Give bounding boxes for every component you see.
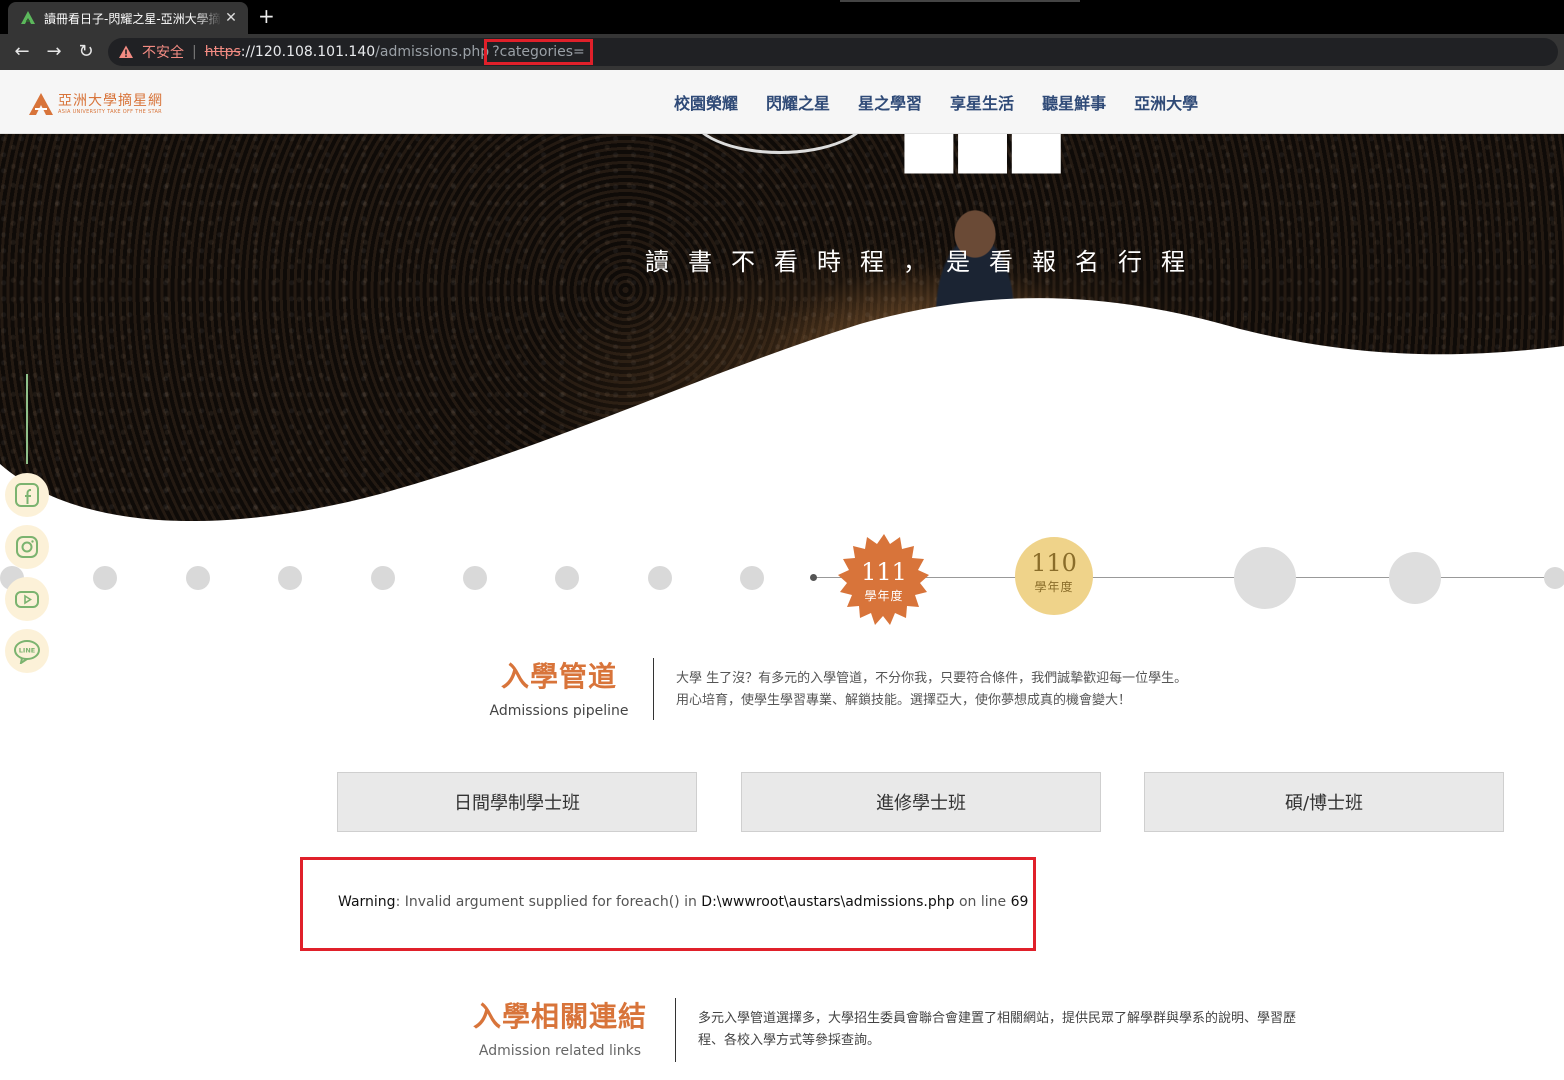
section-divider bbox=[675, 998, 676, 1062]
url-query-highlighted: ?categories= bbox=[484, 39, 593, 65]
admissions-desc-line: 大學 生了沒？有多元的入學管道，不分你我，只要符合條件，我們誠摯歡迎每一位學生。 bbox=[676, 671, 1188, 686]
year-badge-label: 學年度 bbox=[1034, 580, 1074, 594]
facebook-icon bbox=[15, 483, 39, 507]
timeline-dot[interactable] bbox=[648, 566, 672, 590]
svg-text:LINE: LINE bbox=[19, 647, 35, 655]
timeline-line bbox=[1090, 577, 1564, 578]
side-decor-line bbox=[26, 374, 28, 464]
forward-button[interactable]: → bbox=[43, 41, 65, 63]
logo-text-en: ASIA UNIVERSITY TAKE OFF THE STAR bbox=[58, 108, 162, 115]
facebook-button[interactable] bbox=[5, 473, 49, 517]
year-timeline: 111 學年度 110 學年度 bbox=[0, 534, 1564, 640]
site-logo[interactable]: 亞洲大學摘星網 ASIA UNIVERSITY TAKE OFF THE STA… bbox=[28, 92, 163, 116]
browser-tabbar: 讀冊看日子-閃耀之星-亞洲大學摘星網 ✕ + bbox=[0, 0, 1564, 34]
star-logo-icon bbox=[29, 93, 53, 115]
nav-item-star-learning[interactable]: 星之學習 bbox=[858, 90, 922, 114]
php-warning-highlight: Warning: Invalid argument supplied for f… bbox=[300, 857, 1036, 951]
php-warning-message: Warning: Invalid argument supplied for f… bbox=[338, 894, 1028, 910]
admissions-title-cn: 入學管道 bbox=[500, 660, 617, 693]
links-description: 多元入學管道選擇多，大學招生委員會聯合會建置了相關網站，提供民眾了解學群與學系的… bbox=[698, 1008, 1378, 1052]
admissions-description: 大學 生了沒？有多元的入學管道，不分你我，只要符合條件，我們誠摯歡迎每一位學生。… bbox=[676, 668, 1296, 712]
line-button[interactable]: LINE bbox=[5, 629, 49, 673]
hero-wave-shape bbox=[0, 298, 1564, 524]
section-divider bbox=[653, 658, 654, 720]
warning-label: Warning bbox=[338, 894, 396, 910]
address-bar[interactable]: 不安全 | https ://120.108.101.140 /admissio… bbox=[108, 38, 1558, 66]
timeline-dot-large[interactable] bbox=[1389, 552, 1441, 604]
nav-item-shining-stars[interactable]: 閃耀之星 bbox=[766, 90, 830, 114]
admissions-title-en: Admissions pipeline bbox=[489, 703, 629, 719]
timeline-dot[interactable] bbox=[93, 566, 117, 590]
back-button[interactable]: ← bbox=[11, 41, 33, 63]
nav-item-asia-university[interactable]: 亞洲大學 bbox=[1134, 90, 1198, 114]
url-host: ://120.108.101.140 bbox=[240, 44, 376, 60]
links-desc-line: 多元入學管道選擇多，大學招生委員會聯合會建置了相關網站，提供民眾了解學群與學系的… bbox=[698, 1011, 1297, 1026]
timeline-dot[interactable] bbox=[186, 566, 210, 590]
new-tab-button[interactable]: + bbox=[258, 5, 275, 27]
not-secure-label[interactable]: 不安全 bbox=[142, 42, 184, 62]
links-title-cn: 入學相關連結 bbox=[472, 1000, 647, 1033]
year-badge-number: 110 bbox=[1031, 549, 1077, 577]
timeline-dot[interactable] bbox=[371, 566, 395, 590]
tab-graduate[interactable]: 碩/博士班 bbox=[1144, 772, 1504, 832]
admissions-heading: 入學管道 Admissions pipeline bbox=[470, 660, 648, 720]
tab-close-icon[interactable]: ✕ bbox=[222, 10, 240, 26]
instagram-icon bbox=[16, 536, 38, 558]
url-scheme: https bbox=[204, 44, 241, 60]
warning-triangle-icon[interactable] bbox=[118, 44, 134, 60]
omnibox-separator: | bbox=[192, 44, 197, 60]
browser-toolbar: ← → ↻ 不安全 | https ://120.108.101.140 /ad… bbox=[0, 34, 1564, 70]
youtube-button[interactable] bbox=[5, 577, 49, 621]
hero-banner: ▇▇▇ 讀書不看時程，是看報名行程 bbox=[0, 134, 1564, 524]
year-badge-111[interactable]: 111 學年度 bbox=[836, 532, 932, 628]
warning-file: D:\wwwroot\austars\admissions.php bbox=[701, 894, 955, 910]
nav-item-campus-glory[interactable]: 校園榮耀 bbox=[674, 90, 738, 114]
site-favicon-icon bbox=[21, 11, 35, 24]
links-desc-line: 程、各校入學方式等參採查詢。 bbox=[698, 1033, 881, 1048]
url-path: /admissions.php bbox=[375, 44, 490, 60]
warning-line-number: 69 bbox=[1010, 894, 1029, 910]
warning-message: : Invalid argument supplied for foreach(… bbox=[395, 894, 702, 910]
timeline-dot[interactable] bbox=[1544, 567, 1564, 589]
nav-item-star-life[interactable]: 享星生活 bbox=[950, 90, 1014, 114]
links-heading: 入學相關連結 Admission related links bbox=[460, 1000, 660, 1060]
instagram-button[interactable] bbox=[5, 525, 49, 569]
logo-text-cn: 亞洲大學摘星網 bbox=[58, 92, 163, 109]
timeline-dot[interactable] bbox=[555, 566, 579, 590]
timeline-marker bbox=[810, 574, 817, 581]
site-header: 亞洲大學摘星網 ASIA UNIVERSITY TAKE OFF THE STA… bbox=[0, 70, 1564, 134]
links-title-en: Admission related links bbox=[478, 1043, 642, 1059]
year-badge-number: 111 bbox=[861, 558, 907, 586]
browser-tab[interactable]: 讀冊看日子-閃耀之星-亞洲大學摘星網 ✕ bbox=[8, 2, 248, 34]
line-icon: LINE bbox=[14, 640, 40, 664]
nav-item-star-news[interactable]: 聽星鮮事 bbox=[1042, 90, 1106, 114]
tab-title: 讀冊看日子-閃耀之星-亞洲大學摘星網 bbox=[44, 11, 222, 26]
tab-continuing-bachelor[interactable]: 進修學士班 bbox=[741, 772, 1101, 832]
tab-day-bachelor[interactable]: 日間學制學士班 bbox=[337, 772, 697, 832]
main-nav: 校園榮耀 閃耀之星 星之學習 享星生活 聽星鮮事 亞洲大學 bbox=[660, 70, 1212, 134]
timeline-dot[interactable] bbox=[740, 566, 764, 590]
tab-strip-indicator bbox=[840, 0, 1080, 2]
reload-button[interactable]: ↻ bbox=[75, 41, 97, 63]
youtube-icon bbox=[15, 591, 39, 608]
warning-on-line: on line bbox=[954, 894, 1011, 910]
year-badge-110[interactable]: 110 學年度 bbox=[1015, 537, 1093, 615]
timeline-dot-large[interactable] bbox=[1234, 547, 1296, 609]
admissions-desc-line: 用心培育，使學生學習專業、解鎖技能。選擇亞大，使你夢想成真的機會變大！ bbox=[676, 693, 1132, 708]
year-badge-label: 學年度 bbox=[864, 589, 904, 603]
timeline-dot[interactable] bbox=[463, 566, 487, 590]
timeline-dot[interactable] bbox=[278, 566, 302, 590]
